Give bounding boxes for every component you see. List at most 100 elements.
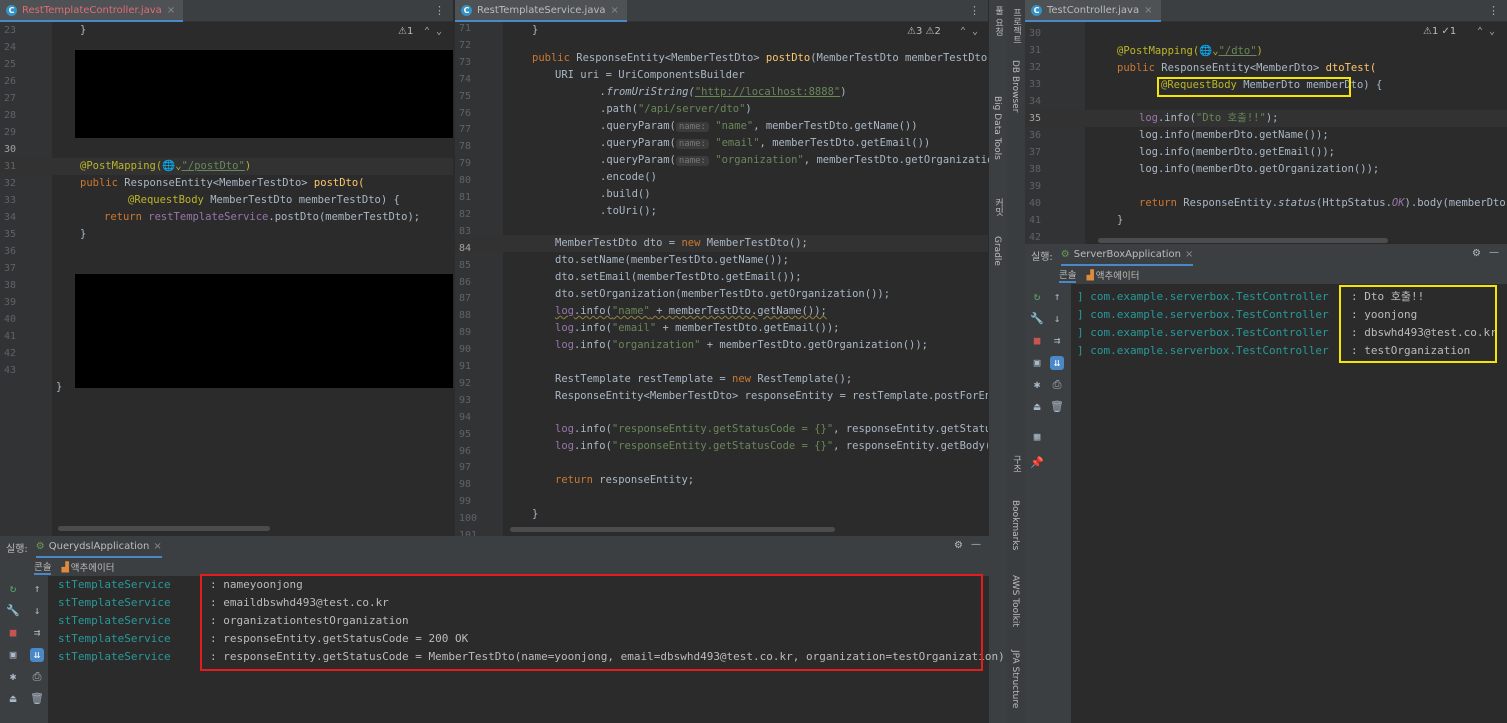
minimize-icon[interactable]: — [971, 539, 981, 550]
trash-icon[interactable]: 🗑 [1050, 400, 1064, 414]
close-icon[interactable]: × [167, 5, 175, 16]
line-number: 24 [4, 42, 17, 53]
settings-icon[interactable]: ⚙ [954, 540, 963, 551]
camera-icon[interactable]: ▣ [6, 648, 20, 662]
stop-icon[interactable]: ■ [6, 626, 20, 640]
line-number: 82 [459, 208, 472, 220]
line-number: 32 [1029, 62, 1042, 73]
code-l76: .path("/api/server/dto") [600, 103, 752, 115]
middle-tab-bar: C RestTemplateService.java × ⋮ [455, 0, 988, 22]
wrench-icon[interactable]: 🔧 [1030, 312, 1044, 326]
pull-request-tool[interactable]: 풀 요청 [992, 6, 1005, 36]
trash-icon[interactable]: 🗑 [30, 692, 44, 706]
soft-wrap-icon[interactable]: ⇉ [1050, 334, 1064, 348]
db-browser-tool[interactable]: DB Browser [1010, 60, 1020, 112]
nav-arrows-icon[interactable]: ⌃ ⌄ [424, 26, 442, 37]
line-number: 23 [4, 25, 17, 36]
code-l34: } [80, 228, 87, 240]
line-number: 94 [459, 411, 472, 423]
run-tab-querydsl[interactable]: ⚙ QuerydslApplication × [35, 536, 162, 558]
jpa-structure-tool[interactable]: JPA Structure [1010, 650, 1020, 708]
stop-icon[interactable]: ■ [1030, 334, 1044, 348]
horizontal-scrollbar[interactable] [1098, 238, 1388, 243]
close-icon[interactable]: × [1185, 249, 1193, 260]
close-icon[interactable]: × [153, 541, 161, 552]
line-number: 92 [459, 377, 472, 389]
line-number: 87 [459, 293, 472, 305]
layout-icon[interactable]: ▦ [1030, 430, 1044, 444]
left-editor[interactable]: 23 24 25 26 27 28 29 30 31 32 33 34 35 36 37 38 39 40 41 42… [0, 22, 453, 536]
scroll-to-end-icon[interactable]: ⇊ [30, 648, 44, 662]
tab-rest-template-service[interactable]: C RestTemplateService.java × [455, 0, 627, 22]
aws-toolkit-tool[interactable]: AWS Toolkit [1010, 575, 1020, 627]
exit-icon[interactable]: ⏏ [6, 692, 20, 706]
line-number: 91 [459, 361, 472, 372]
up-arrow-icon[interactable]: ↑ [1050, 290, 1064, 304]
tab-rest-template-controller[interactable]: C RestTemplateController.java × [0, 0, 184, 22]
project-tool[interactable]: 프로젝트 [1010, 8, 1023, 44]
spring-icon: ⚙ [1060, 248, 1070, 260]
down-arrow-icon[interactable]: ↓ [30, 604, 44, 618]
exit-icon[interactable]: ⏏ [1030, 400, 1044, 414]
console-logger: stTemplateService [58, 596, 171, 609]
horizontal-scrollbar[interactable] [510, 527, 835, 532]
tab-test-controller[interactable]: C TestController.java × [1025, 0, 1161, 22]
code-r40: return ResponseEntity.status(HttpStatus.… [1139, 197, 1507, 209]
bug-icon[interactable]: ✱ [1030, 378, 1044, 392]
code-l77: .queryParam(name: "name", memberTestDto.… [600, 120, 918, 132]
pin-icon[interactable]: 📌 [1030, 456, 1044, 470]
line-number: 73 [459, 56, 472, 68]
nav-arrows-icon[interactable]: ⌃ ⌄ [1477, 26, 1495, 37]
class-icon: C [461, 4, 472, 16]
code-l81: .build() [600, 188, 651, 200]
commit-tool[interactable]: 커밋 [992, 198, 1005, 216]
line-number: 71 [459, 23, 472, 34]
close-icon[interactable]: × [1144, 5, 1152, 16]
line-number: 101 [459, 530, 478, 536]
code-l80: .encode() [600, 171, 657, 183]
close-icon[interactable]: × [611, 5, 619, 16]
up-arrow-icon[interactable]: ↑ [30, 582, 44, 596]
code-l88: log.info("name" + memberTestDto.getName(… [555, 305, 827, 317]
camera-icon[interactable]: ▣ [1030, 356, 1044, 370]
line-number: 89 [459, 327, 472, 339]
minimize-icon[interactable]: — [1489, 247, 1499, 258]
print-icon[interactable]: ⎙ [30, 670, 44, 684]
more-icon[interactable]: ⋮ [1488, 4, 1499, 17]
line-number: 88 [459, 310, 472, 322]
line-number: 99 [459, 496, 472, 508]
settings-icon[interactable]: ⚙ [1472, 248, 1481, 259]
gradle-tool[interactable]: Gradle [992, 236, 1002, 266]
code-l79: .queryParam(name: "organization", member… [600, 154, 1019, 166]
rerun-icon[interactable]: ↻ [6, 582, 20, 596]
structure-tool[interactable]: 구조 [1010, 455, 1023, 473]
bug-icon[interactable]: ✱ [6, 670, 20, 684]
left-run-toolbar: ↻ ↑ 🔧 ↓ ■ ⇉ ▣ ⇊ ✱ ⎙ ⏏ 🗑 [0, 576, 48, 723]
rerun-icon[interactable]: ↻ [1030, 290, 1044, 304]
nav-arrows-icon[interactable]: ⌃ ⌄ [960, 26, 978, 37]
bookmarks-tool[interactable]: Bookmarks [1010, 500, 1020, 550]
down-arrow-icon[interactable]: ↓ [1050, 312, 1064, 326]
code-l32: @RequestBody MemberTestDto memberTestDto… [128, 194, 400, 206]
warning-indicator[interactable]: ⚠1 ✓1 [1423, 26, 1456, 37]
horizontal-scrollbar[interactable] [58, 526, 270, 531]
tab-console[interactable]: 콘솔 [34, 559, 52, 575]
scroll-to-end-icon[interactable]: ⇊ [1050, 356, 1064, 370]
console-logger: ] com.example.serverbox.TestController [1077, 344, 1329, 357]
print-icon[interactable]: ⎙ [1050, 378, 1064, 392]
big-data-tools[interactable]: Big Data Tools [992, 96, 1002, 160]
run-tab-serverbox[interactable]: ⚙ ServerBoxApplication × [1060, 244, 1194, 266]
line-number: 38 [4, 280, 17, 291]
line-number: 80 [459, 175, 472, 187]
more-icon[interactable]: ⋮ [434, 4, 445, 17]
tab-console[interactable]: 콘솔 [1059, 267, 1077, 283]
wrench-icon[interactable]: 🔧 [6, 604, 20, 618]
tab-actuator[interactable]: 액추에이터 [1096, 268, 1140, 282]
code-l86: dto.setEmail(memberTestDto.getEmail()); [555, 271, 802, 283]
warning-indicator[interactable]: ⚠1 [398, 26, 413, 37]
tab-actuator[interactable]: 액추에이터 [71, 560, 115, 574]
soft-wrap-icon[interactable]: ⇉ [30, 626, 44, 640]
line-number: 37 [1029, 147, 1042, 158]
warning-indicator[interactable]: ⚠3 ⚠2 [907, 26, 941, 37]
more-icon[interactable]: ⋮ [969, 4, 980, 17]
